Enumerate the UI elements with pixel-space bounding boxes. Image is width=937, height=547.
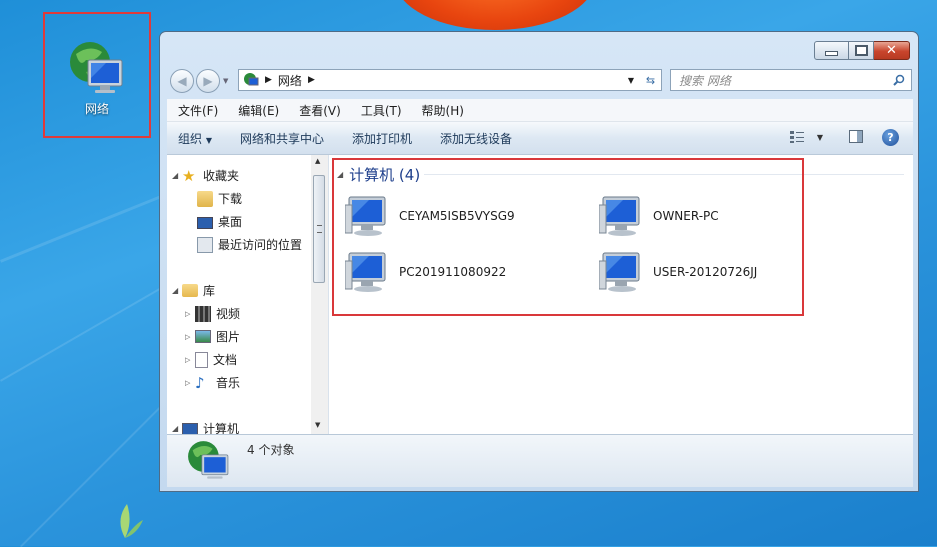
menu-bar: 文件(F) 编辑(E) 查看(V) 工具(T) 帮助(H) (167, 99, 913, 122)
tree-label: 文档 (213, 353, 238, 367)
tree-item-downloads[interactable]: 下载 (197, 190, 242, 207)
library-icon (182, 284, 198, 297)
recent-places-icon (197, 236, 213, 253)
collapse-arrow-icon[interactable]: ◢ (172, 286, 182, 295)
menu-help[interactable]: 帮助(H) (411, 102, 473, 119)
back-button[interactable]: ◀ (170, 69, 194, 93)
documents-icon (195, 351, 208, 368)
collapse-arrow-icon[interactable]: ◢ (172, 171, 182, 180)
tree-item-desktop[interactable]: 桌面 (197, 213, 242, 230)
desktop-icon (197, 216, 213, 229)
search-input[interactable]: 搜索 网络 (670, 69, 912, 91)
highlight-box (332, 158, 804, 316)
menu-view[interactable]: 查看(V) (288, 102, 350, 119)
menu-tools[interactable]: 工具(T) (350, 102, 411, 119)
address-bar[interactable]: ▶ 网络 ▶ ▼ (238, 69, 641, 91)
maximize-icon (854, 45, 868, 56)
computer-icon (182, 422, 198, 434)
caption-buttons: ✕ (814, 41, 910, 60)
add-wireless-device-button[interactable]: 添加无线设备 (422, 130, 522, 147)
expand-arrow-icon[interactable]: ▷ (185, 333, 195, 341)
menu-edit[interactable]: 编辑(E) (227, 102, 288, 119)
tree-computer[interactable]: ◢ 计算机 (172, 420, 239, 434)
tree-label: 计算机 (203, 422, 240, 434)
preview-pane-icon (857, 131, 862, 142)
breadcrumb-network[interactable]: 网络 (278, 72, 302, 89)
grip-icon (317, 225, 322, 233)
scroll-up-icon[interactable]: ▲ (315, 157, 320, 165)
recent-pages-dropdown[interactable]: ▼ (223, 77, 228, 85)
tree-label: 下载 (218, 192, 243, 206)
star-icon: ★ (182, 166, 196, 185)
change-view-button[interactable]: ▼ (789, 130, 823, 144)
tree-label: 音乐 (216, 376, 241, 390)
minimize-icon (825, 51, 838, 56)
close-button[interactable]: ✕ (874, 41, 910, 60)
expand-arrow-icon[interactable]: ▷ (185, 310, 195, 318)
menu-file[interactable]: 文件(F) (167, 102, 227, 119)
downloads-folder-icon (197, 190, 213, 207)
network-globe-icon (188, 441, 229, 479)
view-options-icon (789, 131, 804, 143)
item-count-status: 4 个对象 (247, 443, 295, 457)
tree-label: 视频 (216, 307, 241, 321)
address-dropdown-icon[interactable]: ▼ (628, 76, 634, 85)
chevron-down-icon: ▼ (205, 135, 212, 145)
breadcrumb-arrow-icon[interactable]: ▶ (308, 75, 315, 85)
command-bar: 组织 ▼ 网络和共享中心 添加打印机 添加无线设备 ▼ ? (167, 122, 913, 155)
forward-button[interactable]: ▶ (196, 69, 220, 93)
desktop-icon-label: 网络 (84, 102, 109, 116)
forward-arrow-icon: ▶ (203, 74, 213, 88)
tree-item-recent-places[interactable]: 最近访问的位置 (197, 236, 302, 253)
video-icon (195, 305, 211, 322)
scroll-thumb[interactable] (313, 175, 325, 283)
breadcrumb-arrow-icon[interactable]: ▶ (265, 75, 272, 85)
tree-label: 图片 (216, 330, 241, 344)
organize-button[interactable]: 组织 ▼ (167, 130, 222, 147)
back-arrow-icon: ◀ (177, 74, 187, 88)
navigation-pane: ◢ ★ 收藏夹 下载 桌面 最近访问的位置 ◢ 库 ▷ 视频 ▷ 图片 ▷ 文档… (167, 155, 329, 434)
tree-label: 收藏夹 (203, 169, 240, 183)
preview-pane-button[interactable] (849, 130, 863, 143)
network-icon (244, 73, 259, 86)
tree-label: 桌面 (218, 215, 243, 229)
scroll-down-icon[interactable]: ▼ (315, 421, 320, 429)
search-placeholder: 搜索 网络 (679, 73, 731, 88)
details-pane: 4 个对象 (167, 434, 913, 487)
help-button[interactable]: ? (882, 129, 899, 146)
music-note-icon: ♪ (195, 373, 205, 392)
network-globe-icon (70, 42, 123, 93)
tree-label: 库 (203, 284, 216, 298)
tree-item-pictures[interactable]: ▷ 图片 (185, 328, 240, 345)
wallpaper-leaf (120, 504, 143, 538)
refresh-icon: ⇆ (645, 73, 656, 87)
expand-arrow-icon[interactable]: ▷ (185, 379, 195, 387)
collapse-arrow-icon[interactable]: ◢ (172, 424, 182, 433)
tree-item-music[interactable]: ▷ ♪ 音乐 (185, 374, 240, 391)
search-icon[interactable] (893, 74, 905, 86)
tree-libraries[interactable]: ◢ 库 (172, 282, 215, 299)
expand-arrow-icon[interactable]: ▷ (185, 356, 195, 364)
help-icon: ? (887, 131, 894, 144)
wallpaper-sun (395, 0, 595, 30)
desktop-network-icon[interactable]: 网络 (43, 12, 151, 138)
tree-item-videos[interactable]: ▷ 视频 (185, 305, 240, 322)
close-icon: ✕ (886, 43, 897, 58)
tree-favorites[interactable]: ◢ ★ 收藏夹 (172, 167, 239, 184)
network-sharing-center-button[interactable]: 网络和共享中心 (222, 130, 334, 147)
refresh-button[interactable]: ⇆ (640, 69, 662, 91)
chevron-down-icon: ▼ (816, 132, 823, 142)
nav-scrollbar[interactable]: ▲ ▼ (311, 155, 328, 434)
add-printer-button[interactable]: 添加打印机 (334, 130, 422, 147)
minimize-button[interactable] (814, 41, 849, 60)
pictures-icon (195, 330, 211, 343)
tree-item-documents[interactable]: ▷ 文档 (185, 351, 237, 368)
tree-label: 最近访问的位置 (218, 238, 303, 252)
maximize-button[interactable] (849, 41, 874, 60)
